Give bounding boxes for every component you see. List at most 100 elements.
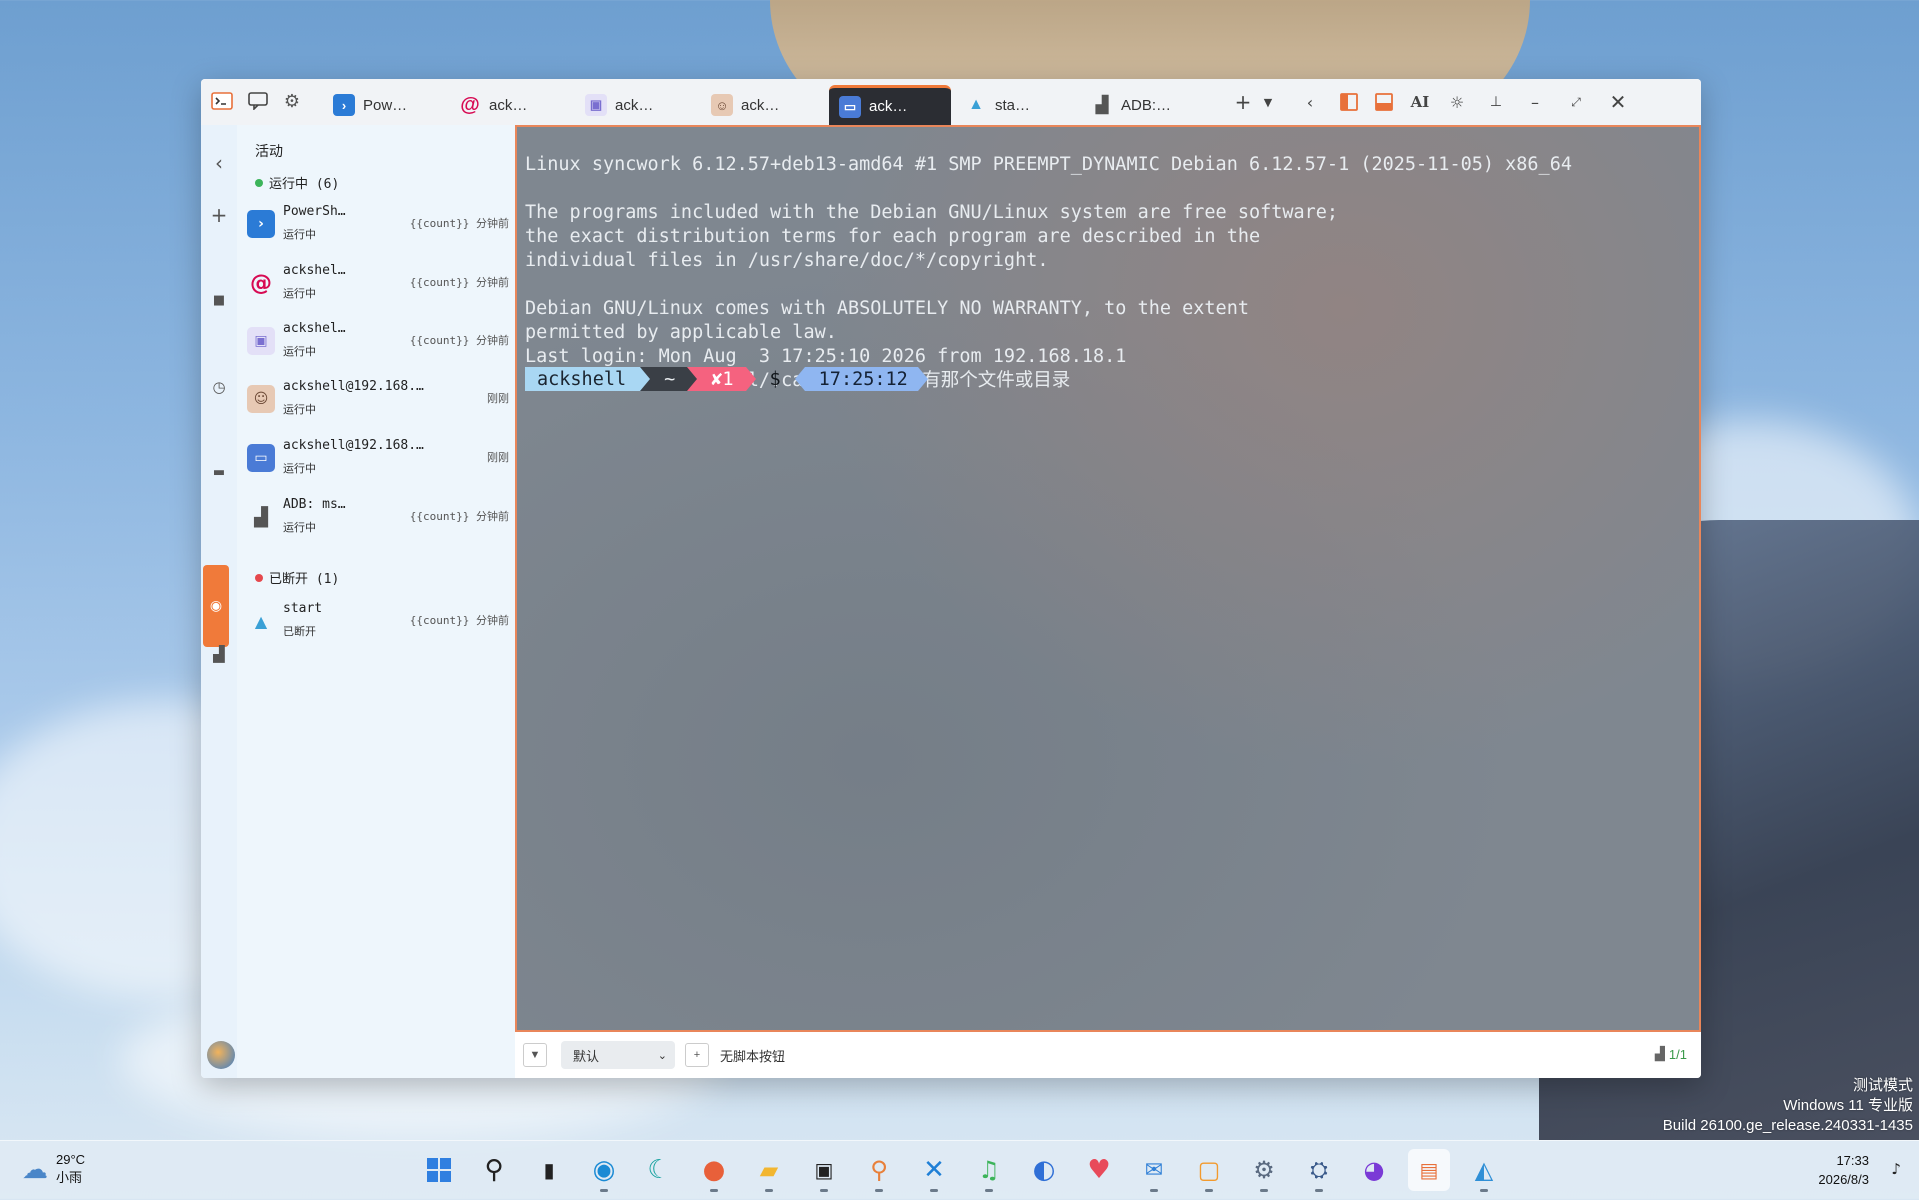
gear-icon[interactable]: ⚙ [279,88,305,114]
history-icon[interactable]: ◷ [201,375,237,399]
terminal-pane[interactable]: Linux syncwork 6.12.57+deb13-amd64 #1 SM… [515,125,1701,1032]
search-tool-icon[interactable]: ⚲ [858,1149,900,1192]
android-icon: ▟ [1654,1046,1665,1061]
app-logo-icon[interactable] [209,88,235,114]
session-name: ackshell@192.168.… [283,379,424,394]
user-avatar[interactable] [207,1041,235,1069]
status-dot [255,178,263,187]
sidebar-rail: ‹ + ■ ◷ ▬ ◉ ▟ [201,125,237,1078]
script-bar: ▼ 默认 ⌄ + 无脚本按钮 ▟ 1/1 [515,1032,1701,1078]
terminal-line: The programs included with the Debian GN… [525,202,1339,223]
session-panel: 活动 运行中 (6) › PowerSh… 运行中 {{count}} 分钟前 … [237,125,515,1078]
split-vertical-icon[interactable] [1336,89,1362,115]
task-view-icon[interactable]: ▮ [528,1149,570,1191]
powershell-icon: › [247,210,275,238]
tab-debian[interactable]: @ ack… [449,85,571,125]
session-item[interactable]: ▟ ADB: ms… 运行中 {{count}} 分钟前 [247,493,509,543]
group-label: 已断开 (1) [269,572,340,587]
session-counter[interactable]: ▟ 1/1 [1655,1046,1687,1062]
tab-avatar-session[interactable]: ☺ ack… [701,85,823,125]
avatar-icon: ☺ [711,94,733,116]
session-item[interactable]: ▭ ackshell@192.168.… 运行中 刚刚 [247,434,509,484]
firefox-icon[interactable]: ● [693,1149,735,1192]
settings-icon[interactable]: ⚙ [1243,1149,1285,1192]
new-tab-button[interactable]: + [1230,89,1256,115]
file-explorer-icon[interactable]: ▰ [748,1149,790,1192]
running-group-header[interactable]: 运行中 (6) [255,173,339,192]
chevron-left-icon[interactable]: ‹ [1297,89,1323,115]
session-item[interactable]: ▲ start 已断开 {{count}} 分钟前 [247,597,509,647]
session-item[interactable]: ▣ ackshel… 运行中 {{count}} 分钟前 [247,317,509,367]
split-horizontal-icon[interactable] [1371,89,1397,115]
tab-label: ADB:… [1121,96,1172,114]
taskbar: ☁ 29°C 小雨 ⚲ ▮ ◉ ☾ ● ▰ ▣ ⚲ ✕ ♫ ◐ ♥ ✉ ▢ ⚙ … [0,1140,1919,1200]
terminal-icon[interactable]: ▣ [803,1149,845,1192]
terminal-line: Linux syncwork 6.12.57+deb13-amd64 #1 SM… [525,154,1572,175]
ackshell-window: ⚙ › Pow… @ ack… ▣ ack… ☺ ack… ▭ ack… ▲ s… [201,79,1701,1078]
theme-toggle-icon[interactable]: ☼ [1444,89,1470,115]
edge-icon[interactable]: ◉ [583,1149,625,1192]
counter-value: 1/1 [1668,1046,1687,1062]
restore-button[interactable]: ⤢ [1563,89,1589,115]
terminal-output: Linux syncwork 6.12.57+deb13-amd64 #1 SM… [525,129,1572,393]
tab-powershell[interactable]: › Pow… [323,85,445,125]
tab-remote-desktop[interactable]: ▭ ack… [829,85,951,125]
profile-select[interactable]: 默认 ⌄ [561,1041,675,1069]
tab-start[interactable]: ▲ sta… [955,85,1077,125]
android-icon[interactable]: ▟ [201,642,237,666]
tab-server[interactable]: ▣ ack… [575,85,697,125]
network-app-icon[interactable]: ⛭ [1298,1149,1340,1192]
terminal-line: the exact distribution terms for each pr… [525,226,1261,247]
chat-icon[interactable] [245,88,271,114]
activity-icon[interactable]: ◉ [203,565,229,647]
ackshell-icon[interactable]: ▤ [1408,1149,1450,1191]
remote-icon[interactable]: ▢ [1188,1149,1230,1192]
session-time: {{count}} 分钟前 [409,334,509,347]
add-script-button[interactable]: + [685,1043,709,1067]
system-clock[interactable]: 17:33 2026/8/3 [1818,1151,1869,1189]
windows-start-icon[interactable] [418,1149,460,1191]
tab-label: ack… [615,96,654,114]
terminal-line: Last login: Mon Aug 3 17:25:10 2026 from… [525,346,1127,367]
pin-icon[interactable]: ⊥ [1483,89,1509,115]
browser-icon[interactable]: ☾ [638,1149,680,1191]
add-icon[interactable]: + [201,203,237,227]
mail-app-icon[interactable]: ✉ [1133,1149,1175,1192]
taskbar-apps: ⚲ ▮ ◉ ☾ ● ▰ ▣ ⚲ ✕ ♫ ◐ ♥ ✉ ▢ ⚙ ⛭ ◕ ▤ ◭ [418,1149,1505,1192]
status-dot [255,573,263,582]
session-item[interactable]: ☺ ackshell@192.168.… 运行中 刚刚 [247,375,509,425]
weather-widget[interactable]: ☁ 29°C 小雨 [22,1151,85,1187]
remote-desktop-icon: ▭ [839,95,861,118]
vscode-icon[interactable]: ✕ [913,1149,955,1192]
tab-label: ack… [741,96,780,114]
cat-app-icon[interactable]: ◕ [1353,1149,1395,1191]
stop-icon[interactable]: ■ [201,288,237,312]
terminal-line: permitted by applicable law. [525,322,837,343]
minimize-button[interactable]: – [1522,89,1548,115]
search-icon[interactable]: ⚲ [473,1149,515,1191]
heart-app-icon[interactable]: ♥ [1078,1149,1120,1191]
collapse-sidebar-icon[interactable]: ‹ [201,151,237,175]
profile-value: 默认 [573,1048,600,1064]
music-icon[interactable]: ♫ [968,1149,1010,1192]
close-button[interactable]: ✕ [1605,89,1631,115]
session-item[interactable]: @ ackshel… 运行中 {{count}} 分钟前 [247,259,509,309]
terminal-line: Debian GNU/Linux comes with ABSOLUTELY N… [525,298,1249,319]
watermark-line: 测试模式 [1852,1077,1913,1094]
watermark-line: Windows 11 专业版 [1783,1097,1913,1114]
session-item[interactable]: › PowerSh… 运行中 {{count}} 分钟前 [247,200,509,250]
terminal-line: individual files in /usr/share/doc/*/cop… [525,250,1049,271]
collapse-bar-button[interactable]: ▼ [523,1043,547,1067]
tab-label: ack… [489,96,528,114]
tab-dropdown-icon[interactable]: ▼ [1255,89,1281,115]
prompt-separator [687,367,698,391]
ai-button[interactable]: AI [1407,89,1433,115]
disconnected-group-header[interactable]: 已断开 (1) [255,568,339,587]
avatar-icon: ☺ [247,385,275,413]
image-app-icon[interactable]: ◭ [1463,1149,1505,1192]
tab-adb[interactable]: ▟ ADB:… [1081,85,1203,125]
folder-icon[interactable]: ▬ [201,460,237,484]
notification-bell-icon[interactable]: ♪ [1891,1160,1901,1178]
thunderbird-icon[interactable]: ◐ [1023,1149,1065,1191]
prompt-user: ackshell [525,367,641,391]
